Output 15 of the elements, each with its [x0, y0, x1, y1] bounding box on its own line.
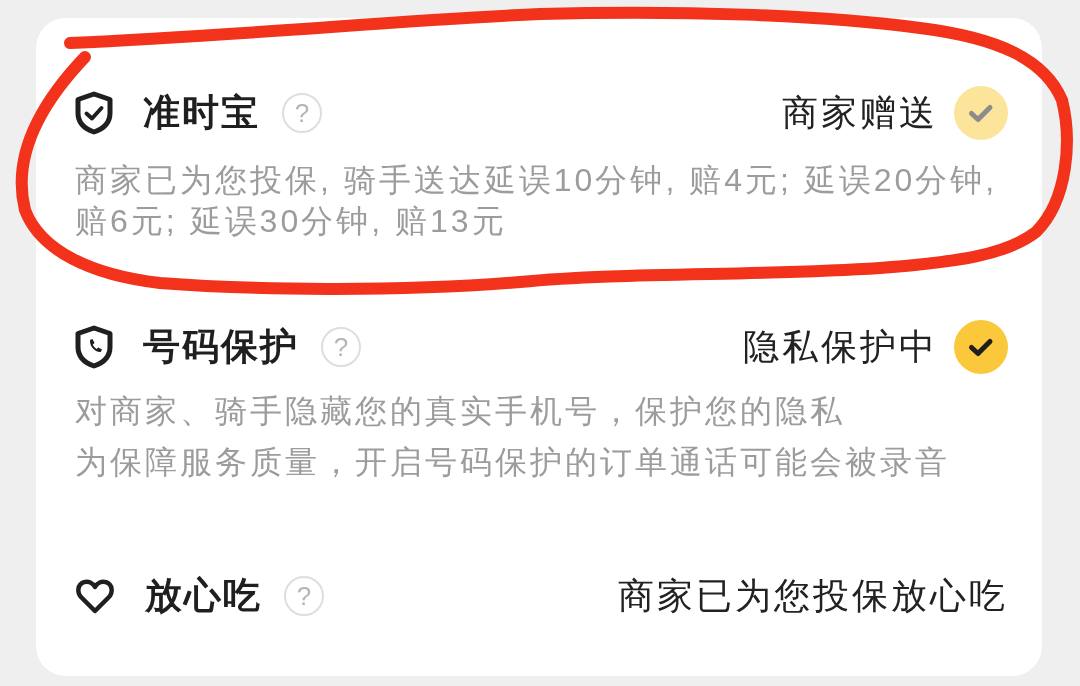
- help-button[interactable]: ?: [321, 327, 361, 367]
- service-title: 放心吃: [145, 573, 262, 619]
- service-description: 商家已为您投保, 骑手送达延误10分钟, 赔4元; 延误20分钟, 赔6元; 延误30分钟, 赔13元: [75, 161, 999, 241]
- service-title: 号码保护: [143, 324, 299, 370]
- service-status: 商家已为您投保放心吃: [618, 573, 1008, 618]
- service-description: 对商家、骑手隐藏您的真实手机号，保护您的隐私: [75, 392, 846, 431]
- check-circle-icon[interactable]: [954, 320, 1008, 374]
- shield-check-icon: [75, 91, 113, 135]
- service-status: 商家赠送: [782, 90, 938, 135]
- heart-icon: [75, 577, 115, 615]
- service-status: 隐私保护中: [743, 324, 938, 369]
- service-description: 为保障服务质量，开启号码保护的订单通话可能会被录音: [75, 443, 951, 482]
- shield-phone-icon: [75, 325, 113, 369]
- service-title: 准时宝: [143, 90, 260, 136]
- help-button[interactable]: ?: [284, 576, 324, 616]
